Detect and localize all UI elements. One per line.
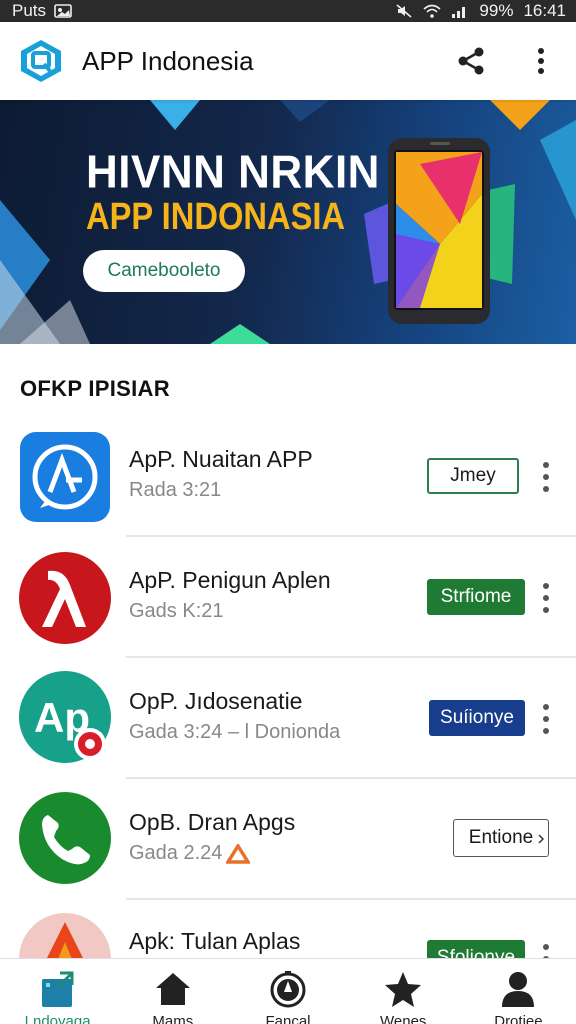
share-button[interactable] — [454, 44, 488, 78]
chevron-right-icon — [538, 834, 544, 844]
app-name: Apk: Tulan Aplas — [129, 928, 301, 954]
more-vert-icon[interactable] — [536, 581, 556, 615]
nav-label: Fancal — [265, 1013, 311, 1024]
compass-icon — [270, 971, 306, 1008]
phone-illustration — [364, 138, 515, 324]
nav-label: Lndoyaga — [24, 1013, 91, 1024]
app-action-button[interactable]: Entione — [453, 819, 549, 857]
app-store-icon — [20, 432, 110, 522]
phone-icon — [19, 792, 111, 884]
banner-subheadline: APP INDONASIA — [86, 196, 346, 238]
more-vert-icon[interactable] — [536, 460, 556, 494]
signal-icon — [452, 7, 466, 18]
app-meta: Gads K:21 — [129, 600, 224, 622]
app-name: ApP. Penigun Aplen — [129, 567, 331, 593]
ap-icon: Ap — [19, 671, 111, 763]
app-name: ApP. Nuaitan APP — [129, 446, 313, 472]
banner-cta-button[interactable]: Camebooleto — [83, 250, 245, 292]
nav-item-fancal[interactable]: Fancal — [230, 959, 345, 1024]
photo-notification-icon — [54, 4, 72, 18]
overflow-menu-button[interactable] — [524, 44, 558, 78]
section-title: OFKP IPISIAR — [20, 376, 170, 401]
nav-label: Mams — [152, 1013, 194, 1024]
app-list: ApP. Nuaitan APP Rada 3:21 Jmey ApP. Pen… — [0, 416, 576, 1021]
list-item[interactable]: ApP. Penigun Aplen Gads K:21 Strfiome — [19, 537, 576, 658]
app-logo-icon — [21, 40, 61, 82]
nav-item-mams[interactable]: Mams — [115, 959, 230, 1024]
bottom-navigation: Lndoyaga Mams Fancal Wenes Drotiee — [0, 958, 576, 1024]
app-name: OpP. Jıdosenatie — [129, 688, 303, 714]
app-action-button[interactable]: Suíionye — [429, 700, 525, 736]
nav-item-drotiee[interactable]: Drotiee — [461, 959, 576, 1024]
app-action-button[interactable]: Strfiome — [427, 579, 525, 615]
nav-item-wenes[interactable]: Wenes — [346, 959, 461, 1024]
warning-triangle-icon — [226, 844, 250, 864]
app-action-label: Entione — [468, 827, 534, 848]
list-item[interactable]: ApP. Nuaitan APP Rada 3:21 Jmey — [20, 416, 576, 537]
app-name: OpB. Dran Apgs — [129, 809, 296, 835]
more-vert-icon — [538, 48, 544, 74]
app-title: APP Indonesia — [82, 45, 254, 76]
banner-headline: HIVNN NRKIN — [86, 146, 380, 199]
house-icon — [155, 973, 190, 1005]
share-icon — [458, 47, 484, 75]
nav-item-lndoyaga[interactable]: Lndoyaga — [0, 959, 115, 1024]
app-bar: APP Indonesia — [0, 22, 576, 100]
battery-level: 99% — [479, 1, 514, 20]
clock: 16:41 — [523, 1, 566, 20]
app-meta: Gada 3:24 – l Donionda — [129, 721, 341, 743]
more-vert-icon[interactable] — [536, 702, 556, 736]
star-icon — [385, 972, 422, 1007]
home-box-icon — [41, 971, 74, 1007]
mute-icon — [396, 4, 412, 18]
promo-banner[interactable]: HIVNN NRKIN APP INDONASIA Camebooleto — [0, 100, 576, 344]
person-icon — [502, 972, 535, 1007]
list-item[interactable]: OpB. Dran Apgs Gada 2.24 Entione — [19, 779, 576, 900]
carrier-label: Puts — [12, 1, 47, 20]
list-item[interactable]: Ap OpP. Jıdosenatie Gada 3:24 – l Donion… — [19, 658, 576, 779]
wifi-icon — [423, 4, 441, 18]
lambda-icon — [19, 552, 111, 644]
nav-label: Wenes — [380, 1013, 427, 1024]
app-meta: Gada 2.24 — [129, 842, 223, 864]
app-meta: Rada 3:21 — [129, 479, 222, 501]
nav-label: Drotiee — [494, 1013, 543, 1024]
app-action-button[interactable]: Jmey — [427, 458, 519, 494]
status-bar: Puts 99% 16:41 — [0, 0, 576, 22]
